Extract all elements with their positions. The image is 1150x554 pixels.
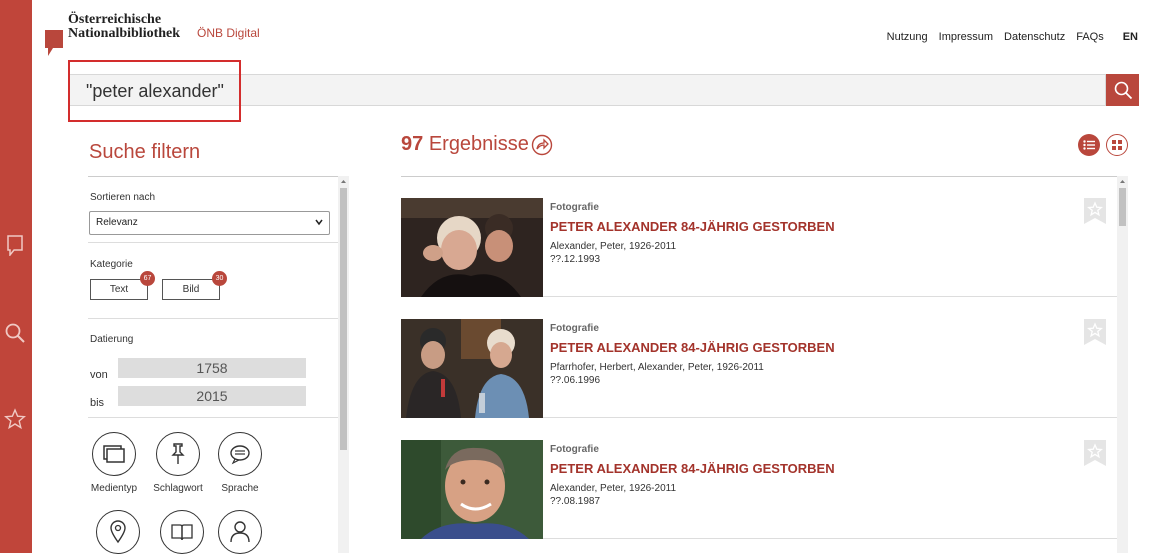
book-icon: [171, 524, 193, 541]
source-button[interactable]: [160, 510, 204, 554]
results-scroll-thumb[interactable]: [1119, 188, 1126, 226]
date-label: Datierung: [90, 334, 134, 345]
result-date: ??.06.1996: [550, 375, 601, 386]
grid-view-icon: [1112, 140, 1122, 150]
nav-datenschutz[interactable]: Datenschutz: [1004, 31, 1065, 43]
result-title[interactable]: PETER ALEXANDER 84-JÄHRIG GESTORBEN: [550, 461, 835, 476]
divider: [88, 242, 338, 243]
filter-title: Suche filtern: [89, 141, 201, 163]
top-navigation: Nutzung Impressum Datenschutz FAQs EN: [887, 31, 1138, 43]
result-type: Fotografie: [550, 444, 599, 455]
search-icon: [1114, 81, 1132, 100]
result-persons: Alexander, Peter, 1926-2011: [550, 241, 677, 252]
list-view-button[interactable]: [1078, 134, 1100, 156]
keyword-button[interactable]: [156, 432, 200, 476]
language-filter-button[interactable]: [218, 432, 262, 476]
results-count: 97 Ergebnisse: [401, 133, 529, 156]
category-bild-count: 30: [212, 271, 227, 286]
sort-value: Relevanz: [96, 217, 138, 228]
logo-line-1: Österreichische: [68, 12, 162, 27]
pin-icon: [171, 443, 185, 464]
grid-view-button[interactable]: [1106, 134, 1128, 156]
divider: [88, 318, 338, 319]
result-date: ??.12.1993: [550, 254, 601, 265]
sort-label: Sortieren nach: [90, 192, 156, 203]
result-type: Fotografie: [550, 202, 599, 213]
result-thumbnail[interactable]: [401, 319, 543, 418]
bookmark-star-icon[interactable]: [1084, 198, 1106, 224]
keyword-label: Schlagwort: [153, 483, 203, 494]
result-item[interactable]: Fotografie PETER ALEXANDER 84-JÄHRIG GES…: [401, 176, 1117, 297]
category-bild-label: Bild: [182, 284, 200, 295]
bookmark-flag-icon[interactable]: [4, 234, 26, 256]
nav-nutzung[interactable]: Nutzung: [887, 31, 928, 43]
result-item[interactable]: Fotografie PETER ALEXANDER 84-JÄHRIG GES…: [401, 418, 1117, 539]
sort-select[interactable]: Relevanz: [89, 211, 330, 235]
result-title[interactable]: PETER ALEXANDER 84-JÄHRIG GESTORBEN: [550, 219, 835, 234]
speech-icon: [230, 445, 250, 465]
category-text-count: 67: [140, 271, 155, 286]
language-label: Sprache: [221, 483, 259, 494]
result-thumbnail[interactable]: [401, 198, 543, 297]
star-icon[interactable]: [4, 408, 26, 430]
location-button[interactable]: [96, 510, 140, 554]
results-label: Ergebnisse: [428, 133, 529, 155]
bookmark-star-icon[interactable]: [1084, 440, 1106, 466]
search-button[interactable]: [1106, 74, 1139, 106]
media-type-button[interactable]: [92, 432, 136, 476]
results-number: 97: [401, 133, 424, 155]
result-persons: Pfarrhofer, Herbert, Alexander, Peter, 1…: [550, 362, 764, 373]
person-icon: [230, 521, 250, 543]
language-switch[interactable]: EN: [1123, 31, 1138, 43]
media-type-label: Medientyp: [90, 483, 138, 494]
date-to-label: bis: [90, 397, 105, 409]
nav-faqs[interactable]: FAQs: [1076, 31, 1104, 43]
logo-flag-icon: [45, 30, 63, 56]
logo-line-2: Nationalbibliothek: [68, 26, 181, 41]
result-persons: Alexander, Peter, 1926-2011: [550, 483, 677, 494]
result-type: Fotografie: [550, 323, 599, 334]
date-from-input[interactable]: 1758: [118, 358, 306, 378]
bookmark-star-icon[interactable]: [1084, 319, 1106, 345]
category-text-button[interactable]: Text: [90, 279, 148, 300]
location-icon: [110, 520, 126, 544]
scroll-up-icon[interactable]: [1117, 178, 1128, 186]
filter-scroll-thumb[interactable]: [340, 188, 347, 450]
person-button[interactable]: [218, 510, 262, 554]
logo-text[interactable]: Österreichische Nationalbibliothek: [68, 13, 180, 41]
list-view-icon: [1083, 140, 1095, 150]
result-date: ??.08.1987: [550, 496, 601, 507]
category-label: Kategorie: [90, 259, 133, 270]
share-icon[interactable]: [531, 134, 553, 156]
chevron-down-icon: [315, 219, 323, 226]
category-text-label: Text: [109, 284, 129, 295]
left-sidebar: [0, 0, 32, 553]
result-item[interactable]: Fotografie PETER ALEXANDER 84-JÄHRIG GES…: [401, 297, 1117, 418]
category-bild-button[interactable]: Bild: [162, 279, 220, 300]
nav-impressum[interactable]: Impressum: [939, 31, 993, 43]
result-title[interactable]: PETER ALEXANDER 84-JÄHRIG GESTORBEN: [550, 340, 835, 355]
divider: [88, 417, 338, 418]
date-from-label: von: [90, 369, 108, 381]
media-type-icon: [103, 445, 125, 463]
results-scrollbar[interactable]: [1117, 176, 1128, 553]
scroll-up-icon[interactable]: [338, 178, 349, 186]
brand-subtitle[interactable]: ÖNB Digital: [197, 26, 260, 40]
search-icon[interactable]: [4, 322, 26, 344]
search-highlight-box: [68, 60, 241, 122]
date-to-input[interactable]: 2015: [118, 386, 306, 406]
filter-scrollbar[interactable]: [338, 176, 349, 553]
result-thumbnail[interactable]: [401, 440, 543, 539]
